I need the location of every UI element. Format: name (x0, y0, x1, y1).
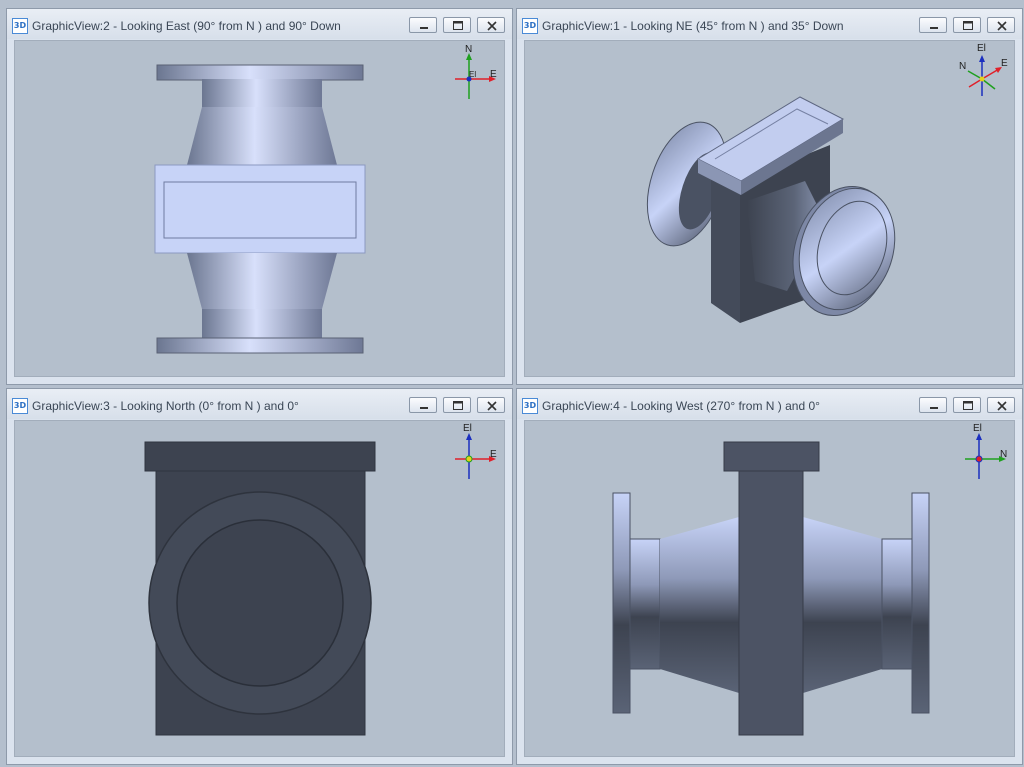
minimize-button[interactable] (919, 17, 947, 33)
axis-label-up: N (465, 44, 473, 55)
model-view-top (154, 64, 366, 354)
close-button[interactable] (987, 17, 1015, 33)
model-view-north (144, 441, 376, 736)
3d-view-icon: 3D (12, 398, 28, 414)
window-titlebar[interactable]: 3D GraphicView:4 - Looking West (270° fr… (517, 389, 1022, 419)
minimize-button[interactable] (919, 397, 947, 413)
graphic-view-1-window[interactable]: 3D GraphicView:1 - Looking NE (45° from … (516, 8, 1023, 385)
axis-label-right: E (1001, 58, 1008, 69)
minimize-button[interactable] (409, 397, 437, 413)
close-button[interactable] (477, 397, 505, 413)
window-title: GraphicView:1 - Looking NE (45° from N )… (542, 19, 844, 33)
window-titlebar[interactable]: 3D GraphicView:3 - Looking North (0° fro… (7, 389, 512, 419)
window-titlebar[interactable]: 3D GraphicView:1 - Looking NE (45° from … (517, 9, 1022, 39)
graphic-viewport[interactable]: El N (524, 420, 1015, 757)
maximize-button[interactable] (443, 397, 471, 413)
axis-label-right: E (490, 449, 497, 460)
maximize-button[interactable] (953, 397, 981, 413)
axis-label-right: E (490, 69, 497, 80)
3d-view-icon: 3D (522, 398, 538, 414)
model-view-west (612, 441, 930, 736)
axis-label-up: El (463, 423, 472, 434)
window-title: GraphicView:4 - Looking West (270° from … (542, 399, 820, 413)
3d-view-icon: 3D (12, 18, 28, 34)
graphic-view-3-window[interactable]: 3D GraphicView:3 - Looking North (0° fro… (6, 388, 513, 765)
close-button[interactable] (987, 397, 1015, 413)
axis-triad-icon: N E El (447, 44, 502, 104)
axis-triad-icon: El E N (957, 43, 1012, 104)
axis-triad-icon: El E (447, 423, 502, 484)
axis-label-left: N (959, 61, 967, 72)
window-titlebar[interactable]: 3D GraphicView:2 - Looking East (90° fro… (7, 9, 512, 39)
axis-triad-icon: El N (957, 423, 1012, 484)
minimize-button[interactable] (409, 17, 437, 33)
window-title: GraphicView:3 - Looking North (0° from N… (32, 399, 299, 413)
axis-label-up: El (973, 423, 982, 434)
close-button[interactable] (477, 17, 505, 33)
model-view-iso (646, 96, 896, 323)
axis-label-center: El (469, 70, 477, 79)
graphic-view-4-window[interactable]: 3D GraphicView:4 - Looking West (270° fr… (516, 388, 1023, 765)
3d-view-icon: 3D (522, 18, 538, 34)
axis-label-up: El (977, 43, 986, 54)
graphic-view-2-window[interactable]: 3D GraphicView:2 - Looking East (90° fro… (6, 8, 513, 385)
graphic-viewport[interactable]: El E N (524, 40, 1015, 377)
axis-label-right: N (1000, 449, 1008, 460)
window-title: GraphicView:2 - Looking East (90° from N… (32, 19, 341, 33)
graphic-viewport[interactable]: El E (14, 420, 505, 757)
maximize-button[interactable] (953, 17, 981, 33)
maximize-button[interactable] (443, 17, 471, 33)
graphic-viewport[interactable]: N E El (14, 40, 505, 377)
